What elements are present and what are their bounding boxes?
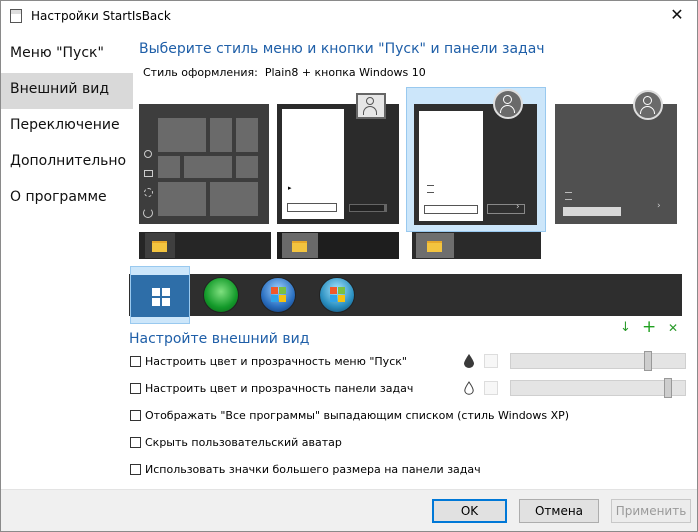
- list-icon: [565, 192, 572, 200]
- arrow-icon: ▸: [288, 184, 292, 192]
- folder-icon: [427, 241, 442, 252]
- user-icon: [144, 150, 152, 158]
- option-all-programs-label: Отображать "Все программы" выпадающим сп…: [145, 409, 570, 422]
- style-row: Стиль оформления: Plain8 + кнопка Window…: [143, 66, 426, 79]
- orb-clover-icon[interactable]: [203, 277, 239, 313]
- menu-opacity-slider[interactable]: [510, 351, 686, 371]
- taskbar-style-2[interactable]: [277, 232, 399, 259]
- customize-heading: Настройте внешний вид: [129, 331, 310, 347]
- orb-vista-icon[interactable]: [319, 277, 355, 313]
- list-icon: [427, 185, 434, 193]
- cancel-button[interactable]: Отмена: [519, 499, 599, 523]
- power-icon: [143, 208, 153, 218]
- option-taskbar-color[interactable]: Настроить цвет и прозрачность панели зад…: [130, 382, 413, 396]
- option-all-programs-dropdown[interactable]: Отображать "Все программы" выпадающим сп…: [130, 409, 569, 423]
- style-thumbnail-plain10[interactable]: ›: [555, 104, 677, 224]
- checkbox-taskbar-color[interactable]: [130, 382, 141, 394]
- avatar-icon: [363, 97, 377, 115]
- drop-outline-icon: [464, 380, 474, 395]
- apply-button[interactable]: Применить: [611, 499, 691, 523]
- taskbar-style-3[interactable]: [412, 232, 541, 259]
- style-thumbnail-plain8-selected[interactable]: ›: [406, 87, 546, 232]
- menu-opacity-slider-thumb[interactable]: [644, 351, 652, 371]
- option-large-icons-label: Использовать значки большего размера на …: [145, 463, 481, 476]
- checkbox-hide-avatar[interactable]: [130, 436, 141, 448]
- windows-logo-icon: [152, 288, 170, 306]
- nav-item-appearance[interactable]: Внешний вид: [1, 73, 133, 109]
- folder-icon: [152, 241, 167, 252]
- nav-item-about[interactable]: О программе: [1, 181, 133, 217]
- user-avatar-circle-icon: [493, 89, 523, 119]
- taskbar-color-swatch[interactable]: [484, 381, 498, 395]
- dialog-footer: OK Отмена Применить: [1, 489, 697, 531]
- taskbar-opacity-slider[interactable]: [510, 378, 686, 398]
- close-icon[interactable]: ✕: [667, 5, 687, 25]
- settings-window: Настройки StartIsBack ✕ Меню "Пуск" Внеш…: [0, 0, 698, 532]
- style-label: Стиль оформления:: [143, 66, 258, 79]
- search-box-preview: [287, 203, 337, 212]
- checkbox-large-icons[interactable]: [130, 463, 141, 475]
- app-icon: [10, 9, 22, 23]
- add-icon[interactable]: +: [642, 317, 656, 337]
- nav-item-switching[interactable]: Переключение: [1, 109, 133, 145]
- user-avatar-circle-icon: [633, 90, 663, 120]
- taskbar-opacity-slider-thumb[interactable]: [664, 378, 672, 398]
- option-hide-avatar-label: Скрыть пользовательский аватар: [145, 436, 342, 449]
- title-bar: Настройки StartIsBack ✕: [1, 1, 697, 31]
- chevron-right-icon: ›: [516, 202, 520, 212]
- option-menu-color-label: Настроить цвет и прозрачность меню "Пуск…: [145, 355, 407, 368]
- style-thumbnail-windows10[interactable]: [139, 104, 269, 224]
- style-value: Plain8 + кнопка Windows 10: [264, 66, 426, 79]
- tiles-preview: [158, 118, 263, 218]
- option-hide-avatar[interactable]: Скрыть пользовательский аватар: [130, 436, 342, 450]
- window-title: Настройки StartIsBack: [31, 9, 171, 23]
- remove-icon[interactable]: ✕: [668, 321, 678, 335]
- page-heading: Выберите стиль меню и кнопки "Пуск" и па…: [139, 41, 545, 57]
- folder-icon: [292, 241, 307, 252]
- nav-item-start-menu[interactable]: Меню "Пуск": [1, 37, 133, 73]
- style-thumbnail-plain8[interactable]: ▸: [277, 104, 399, 224]
- nav-item-advanced[interactable]: Дополнительно: [1, 145, 133, 181]
- orb-windows7-icon[interactable]: [260, 277, 296, 313]
- checkbox-all-programs-dropdown[interactable]: [130, 409, 141, 421]
- download-icon[interactable]: ↓: [620, 320, 631, 335]
- option-menu-color[interactable]: Настроить цвет и прозрачность меню "Пуск…: [130, 355, 407, 369]
- checkbox-menu-color[interactable]: [130, 355, 141, 367]
- sidebar-nav: Меню "Пуск" Внешний вид Переключение Доп…: [1, 37, 133, 217]
- ok-button[interactable]: OK: [432, 499, 507, 523]
- drop-filled-icon: [464, 353, 474, 368]
- gear-icon: [144, 188, 153, 197]
- orb-windows10[interactable]: [130, 266, 190, 324]
- option-large-icons[interactable]: Использовать значки большего размера на …: [130, 463, 481, 477]
- folder-icon: [144, 170, 153, 177]
- menu-color-swatch[interactable]: [484, 354, 498, 368]
- option-taskbar-color-label: Настроить цвет и прозрачность панели зад…: [145, 382, 414, 395]
- taskbar-style-1[interactable]: [139, 232, 271, 259]
- chevron-right-icon: ›: [657, 201, 661, 211]
